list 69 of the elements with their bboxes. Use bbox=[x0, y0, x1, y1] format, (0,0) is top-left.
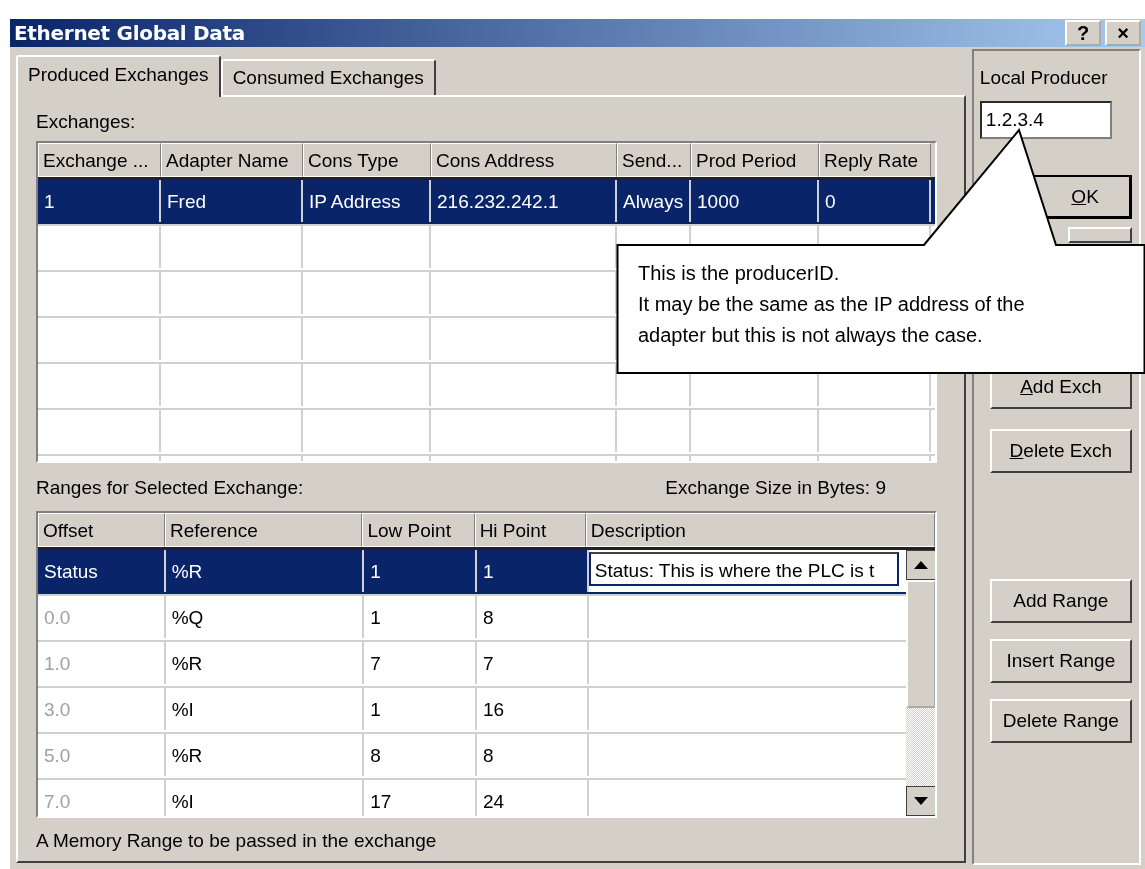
table-row[interactable]: 5.0 %R 8 8 bbox=[38, 734, 906, 780]
column-header[interactable]: Prod Period bbox=[691, 143, 819, 177]
description-field[interactable]: Status: This is where the PLC is t bbox=[588, 552, 899, 586]
column-header[interactable]: Send... bbox=[617, 143, 691, 177]
status-hint: A Memory Range to be passed in the exchange bbox=[36, 830, 438, 852]
column-header[interactable]: Reply Rate bbox=[819, 143, 931, 177]
table-row[interactable]: 0.0 %Q 1 8 bbox=[38, 596, 906, 642]
section-label: Ranges for Selected Exchange: bbox=[36, 477, 304, 499]
table-cell: 5.0 bbox=[38, 734, 166, 776]
table-cell: %I bbox=[165, 780, 365, 816]
field-label: Local Producer bbox=[979, 67, 1108, 89]
dialog-button[interactable]: Delete Range bbox=[989, 699, 1132, 743]
table-cell: 3.0 bbox=[38, 688, 166, 730]
column-header[interactable]: Exchange ... bbox=[38, 143, 161, 177]
table-cell: Fred bbox=[161, 180, 303, 222]
column-header[interactable]: Cons Type bbox=[303, 143, 431, 177]
table-cell: %Q bbox=[165, 596, 365, 638]
window-title: Ethernet Global Data bbox=[14, 21, 246, 45]
table-cell: 1 bbox=[364, 688, 477, 730]
table-cell: 1.0 bbox=[38, 642, 166, 684]
table-cell: %R bbox=[165, 734, 365, 776]
table-cell: 8 bbox=[477, 734, 589, 776]
table-cell: 0 bbox=[819, 180, 931, 222]
scrollbar[interactable] bbox=[906, 550, 935, 816]
table-cell: Status bbox=[38, 550, 166, 592]
table-cell: 1 bbox=[364, 550, 477, 592]
column-header[interactable]: Adapter Name bbox=[161, 143, 303, 177]
scroll-up-button[interactable] bbox=[906, 550, 935, 580]
table-cell: 216.232.242.1 bbox=[431, 180, 617, 222]
table-cell: 16 bbox=[477, 688, 589, 730]
table-cell: 17 bbox=[364, 780, 477, 816]
scroll-down-button[interactable] bbox=[906, 786, 935, 816]
tab[interactable]: Produced Exchanges bbox=[16, 55, 221, 97]
close-button[interactable]: × bbox=[1105, 20, 1141, 46]
column-header[interactable]: Low Point bbox=[362, 513, 475, 547]
table-row[interactable]: Status %R 1 1 Status: This is where the PLC is t bbox=[38, 550, 906, 596]
table-cell: 7.0 bbox=[38, 780, 166, 816]
table-cell: %I bbox=[165, 688, 365, 730]
table-cell: %R bbox=[165, 642, 365, 684]
section-label: Exchanges: bbox=[36, 111, 137, 133]
table-cell: 1000 bbox=[691, 180, 819, 222]
dialog-button[interactable]: Delete Exch bbox=[989, 429, 1132, 473]
tab[interactable]: Consumed Exchanges bbox=[220, 59, 436, 95]
size-label: Exchange Size in Bytes: 9 bbox=[665, 477, 886, 499]
column-header[interactable]: Cons Address bbox=[431, 143, 617, 177]
table-cell: IP Address bbox=[303, 180, 431, 222]
table-cell: 7 bbox=[364, 642, 477, 684]
callout-tooltip-text: This is the producerID. It may be the same as the IP address of the adapter but this is not always the case. bbox=[638, 261, 1026, 348]
table-cell: 7 bbox=[477, 642, 589, 684]
dialog-button[interactable]: Add Range bbox=[989, 579, 1132, 623]
column-header[interactable]: Offset bbox=[38, 513, 166, 547]
table-cell: 8 bbox=[364, 734, 477, 776]
table-row[interactable]: 3.0 %I 1 16 bbox=[38, 688, 906, 734]
table-cell: 24 bbox=[477, 780, 589, 816]
table-cell: %R bbox=[165, 550, 365, 592]
producer-field[interactable]: 1.2.3.4 bbox=[979, 101, 1112, 139]
table-row[interactable]: 1.0 %R 7 7 bbox=[38, 642, 906, 688]
table-cell: 1 bbox=[38, 180, 161, 222]
column-header[interactable]: Reference bbox=[165, 513, 363, 547]
table-cell: Always bbox=[617, 180, 691, 222]
dialog-button[interactable]: Insert Range bbox=[989, 639, 1132, 683]
table-cell: 1 bbox=[364, 596, 477, 638]
hidden-button-edge bbox=[1067, 227, 1132, 243]
table-cell: 8 bbox=[477, 596, 589, 638]
column-header[interactable]: Description bbox=[585, 513, 935, 547]
help-button[interactable]: ? bbox=[1065, 20, 1101, 46]
column-header[interactable]: Hi Point bbox=[474, 513, 586, 547]
table-cell: 0.0 bbox=[38, 596, 166, 638]
table-row[interactable]: 1 Fred IP Address 216.232.242.1 Always 1000 0 bbox=[38, 180, 935, 226]
